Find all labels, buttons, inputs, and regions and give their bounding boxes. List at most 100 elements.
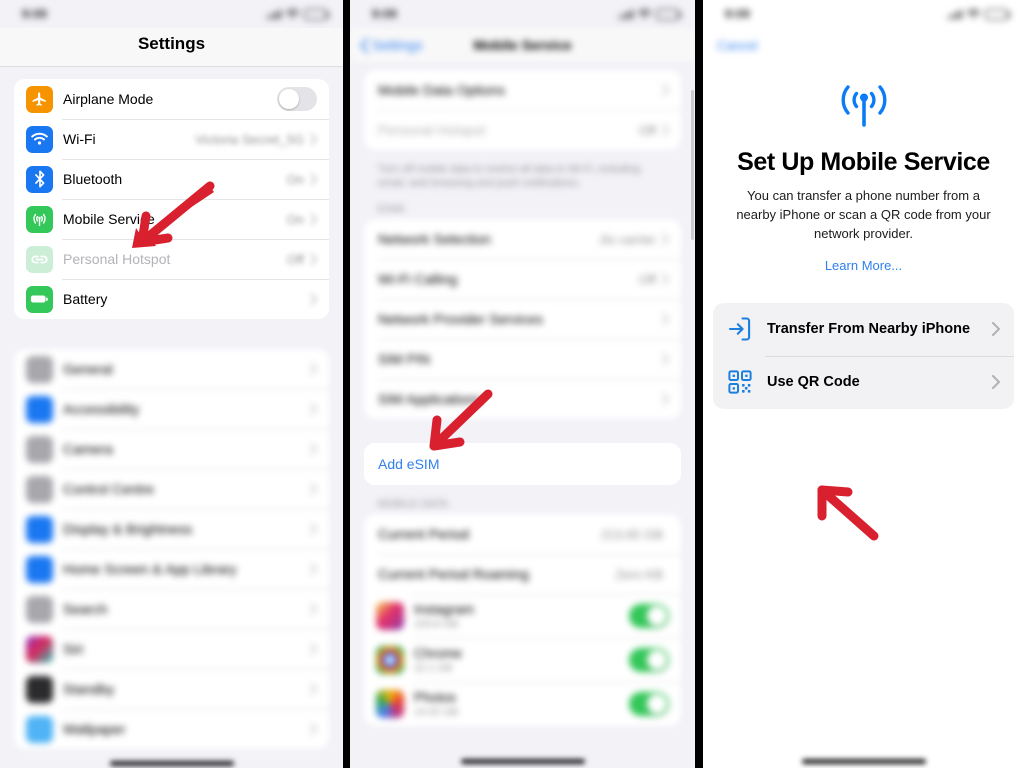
sidebar-item-label: Mobile Service (63, 211, 155, 227)
sidebar-item-battery[interactable]: Battery (14, 279, 329, 319)
chevron-right-icon (310, 443, 317, 455)
hotspot-value: Off (286, 251, 304, 267)
list-item-wifi-calling[interactable]: Wi-Fi Calling Off (364, 259, 681, 300)
status-bar-time: 9:09 (372, 7, 397, 21)
list-item-value: Off (638, 122, 656, 138)
accessibility-icon (26, 395, 53, 423)
sidebar-item-label: Standby (63, 681, 115, 697)
option-label: Use QR Code (767, 374, 860, 391)
sidebar-item-control-centre[interactable]: Control Centre (14, 469, 329, 509)
chevron-right-icon (992, 375, 1000, 390)
sidebar-item-label: Display & Brightness (63, 521, 193, 537)
chevron-right-icon (662, 124, 669, 136)
bluetooth-icon (26, 165, 53, 193)
hero-section: Set Up Mobile Service You can transfer a… (703, 53, 1024, 273)
status-bar-time: 9:09 (725, 7, 750, 21)
section-header-esim: eSIM (378, 204, 405, 216)
mobile-data-footer-text: Turn off mobile data to restrict all dat… (378, 163, 641, 190)
chevron-right-icon (310, 603, 317, 615)
list-item-label: Personal Hotspot (378, 122, 486, 138)
sidebar-item-label: Personal Hotspot (63, 251, 171, 267)
cellular-signal-icon (266, 9, 281, 19)
chevron-right-icon (310, 173, 317, 185)
chevron-right-icon (662, 84, 669, 96)
sidebar-item-home-screen[interactable]: Home Screen & App Library (14, 549, 329, 589)
sidebar-item-wifi[interactable]: Wi-Fi Victoria Secret_5G (14, 119, 329, 159)
panel-settings-home: 9:09 Settings Airplane Mode Wi-Fi Victor… (0, 0, 343, 768)
chevron-right-icon (310, 483, 317, 495)
panel-mobile-service: 9:09 Settings Mobile Service Mobile Data… (350, 0, 695, 768)
settings-group-system: General Accessibility Camera Control Cen… (14, 349, 329, 749)
sidebar-item-camera[interactable]: Camera (14, 429, 329, 469)
sidebar-item-display-brightness[interactable]: Display & Brightness (14, 509, 329, 549)
option-use-qr-code[interactable]: Use QR Code (713, 355, 1014, 409)
list-item-mobile-data-options[interactable]: Mobile Data Options (364, 70, 681, 110)
photos-icon (376, 690, 404, 719)
cellular-signal-icon (947, 9, 962, 19)
camera-icon (26, 435, 53, 463)
list-item-value: 213.65 GB (600, 526, 663, 542)
list-item-network-selection[interactable]: Network Selection Jio carrier (364, 219, 681, 260)
antenna-broadcast-icon (841, 85, 886, 127)
page-title: Settings (137, 34, 206, 53)
sidebar-item-label: Siri (63, 641, 84, 657)
app-data-toggle[interactable] (629, 648, 669, 673)
option-label: Transfer From Nearby iPhone (767, 321, 971, 338)
sidebar-item-accessibility[interactable]: Accessibility (14, 389, 329, 429)
chevron-right-icon (310, 563, 317, 575)
sidebar-item-standby[interactable]: Standby (14, 669, 329, 709)
sidebar-item-label: Home Screen & App Library (63, 561, 237, 577)
qr-code-icon (728, 370, 752, 394)
chevron-right-icon (310, 523, 317, 535)
option-transfer-from-nearby-iphone[interactable]: Transfer From Nearby iPhone (713, 303, 1014, 356)
list-item-value: Zero KB (615, 566, 663, 582)
list-item-network-provider-services[interactable]: Network Provider Services (364, 299, 681, 340)
sidebar-item-wallpaper[interactable]: Wallpaper (14, 709, 329, 749)
wifi-network-value: Victoria Secret_5G (195, 131, 304, 147)
list-item-current-period: Current Period 213.65 GB (364, 514, 681, 555)
app-size: 14.02 GB (414, 706, 459, 719)
scrollbar[interactable] (691, 90, 694, 240)
back-button[interactable]: Settings (360, 37, 423, 53)
list-item-sim-applications[interactable]: SIM Applications (364, 379, 681, 420)
sidebar-item-general[interactable]: General (14, 349, 329, 389)
sidebar-item-label: Wallpaper (63, 721, 126, 737)
app-data-toggle[interactable] (629, 692, 669, 717)
battery-icon (26, 285, 53, 313)
sidebar-item-label: Search (63, 601, 108, 617)
group-mobile-data: Mobile Data Options Personal Hotspot Off (364, 70, 681, 150)
sidebar-item-personal-hotspot[interactable]: Personal Hotspot Off (14, 239, 329, 279)
sidebar-item-label: Battery (63, 291, 108, 307)
sidebar-item-search[interactable]: Search (14, 589, 329, 629)
add-esim-button[interactable]: Add eSIM (364, 443, 681, 486)
sidebar-item-airplane-mode[interactable]: Airplane Mode (14, 79, 329, 119)
app-name: Instagram (414, 602, 475, 618)
sidebar-item-label: Airplane Mode (63, 91, 154, 107)
sidebar-item-mobile-service[interactable]: Mobile Service On (14, 199, 329, 239)
chevron-right-icon (662, 273, 669, 286)
chevron-right-icon (662, 233, 669, 246)
chevron-right-icon (310, 133, 317, 145)
wifi-icon (286, 9, 299, 19)
list-item-personal-hotspot[interactable]: Personal Hotspot Off (364, 110, 681, 150)
page-title: Set Up Mobile Service (737, 148, 990, 176)
chevron-right-icon (992, 322, 1000, 337)
back-button-label: Settings (372, 37, 423, 53)
settings-group-connectivity: Airplane Mode Wi-Fi Victoria Secret_5G B… (14, 79, 329, 319)
group-add-esim: Add eSIM (364, 443, 681, 486)
app-size: 22.1 GB (414, 662, 453, 675)
battery-icon (656, 8, 681, 20)
airplane-mode-toggle[interactable] (277, 87, 317, 111)
list-item-label: Current Period Roaming (378, 566, 529, 583)
sidebar-item-siri[interactable]: Siri (14, 629, 329, 669)
wifi-icon (638, 9, 651, 19)
bluetooth-value: On (286, 171, 304, 187)
learn-more-link[interactable]: Learn More... (721, 258, 1006, 273)
list-item-sim-pin[interactable]: SIM PIN (364, 339, 681, 380)
app-data-toggle[interactable] (629, 604, 669, 629)
sidebar-item-label: Control Centre (63, 481, 155, 497)
cancel-button[interactable]: Cancel (703, 32, 1024, 53)
chevron-right-icon (310, 213, 317, 225)
sidebar-item-bluetooth[interactable]: Bluetooth On (14, 159, 329, 199)
wifi-icon (967, 9, 980, 19)
